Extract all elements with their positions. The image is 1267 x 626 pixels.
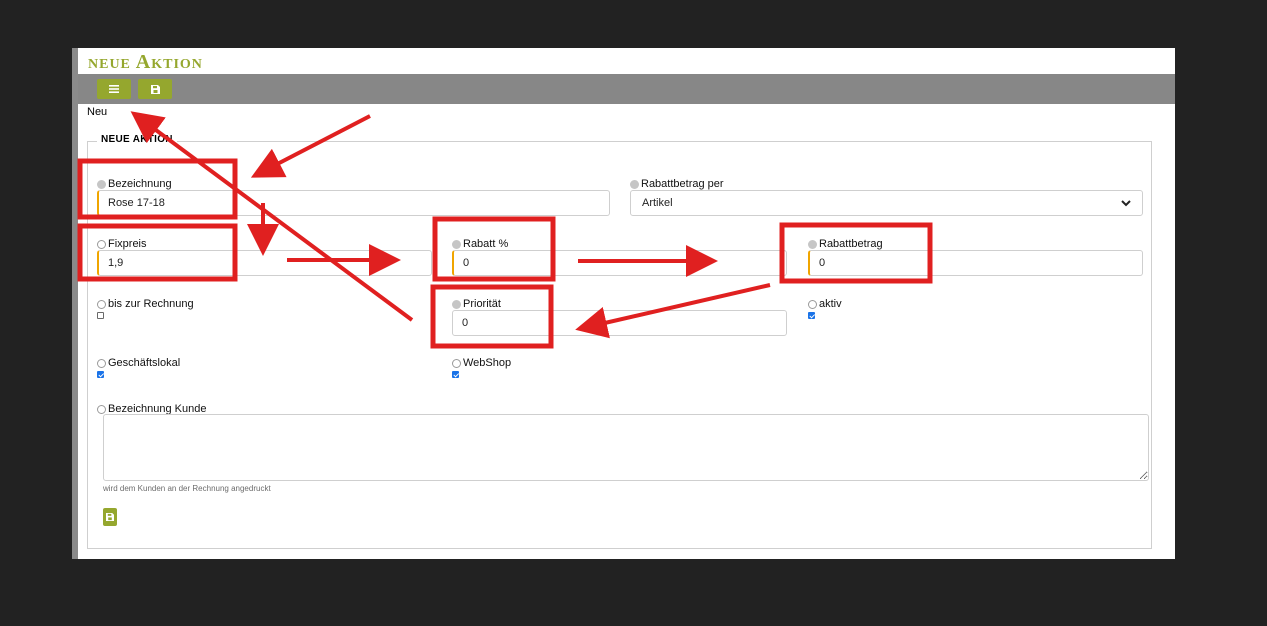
field-status-icon [808,299,817,309]
fixpreis-label: Fixpreis [97,237,147,251]
field-status-icon [808,239,817,249]
rabattbetrag-input[interactable] [808,250,1143,276]
bezeichnung-input[interactable] [97,190,610,216]
field-status-icon [97,239,106,249]
section-legend: NEUE AKTION [97,134,177,145]
breadcrumb: Neu [87,106,108,118]
page-container: neue Aktion Neu Bezeichnung Raba [72,48,1175,559]
field-status-icon [630,179,639,189]
bis-zur-rechnung-label: bis zur Rechnung [97,297,194,311]
field-status-icon [452,239,461,249]
webshop-label: WebShop [452,356,511,370]
floppy-disk-icon [150,84,160,94]
field-status-icon [452,299,461,309]
geschaeftslokal-label: Geschäftslokal [97,356,180,370]
rabattbetrag-per-select[interactable]: Artikel [630,190,1143,216]
field-status-icon [97,358,106,368]
save-button-bottom[interactable] [103,508,117,526]
geschaeftslokal-checkbox[interactable] [97,371,104,378]
rabatt-prozent-input[interactable] [452,250,787,276]
prioritaet-label: Priorität [452,297,501,311]
chevron-down-icon [1121,199,1131,206]
menu-button[interactable] [97,79,131,99]
rabattbetrag-label: Rabattbetrag [808,237,883,251]
page-title: neue Aktion [88,51,203,73]
floppy-disk-icon [106,513,114,521]
webshop-checkbox[interactable] [452,371,459,378]
rabatt-prozent-label: Rabatt % [452,237,508,251]
bezeichnung-label: Bezeichnung [97,177,172,191]
list-icon [109,85,119,93]
bezeichnung-kunde-textarea[interactable] [103,414,1149,481]
prioritaet-input[interactable] [452,310,787,336]
field-status-icon [97,299,106,309]
toolbar [78,74,1175,104]
aktiv-checkbox[interactable] [808,312,815,319]
bis-zur-rechnung-checkbox[interactable] [97,312,104,319]
save-button[interactable] [138,79,172,99]
field-status-icon [97,404,106,414]
aktiv-label: aktiv [808,297,842,311]
fixpreis-input[interactable] [97,250,432,276]
bezeichnung-kunde-hint: wird dem Kunden an der Rechnung angedruc… [103,484,271,493]
rabattbetrag-per-label: Rabattbetrag per [630,177,724,191]
field-status-icon [452,358,461,368]
field-status-icon [97,179,106,189]
